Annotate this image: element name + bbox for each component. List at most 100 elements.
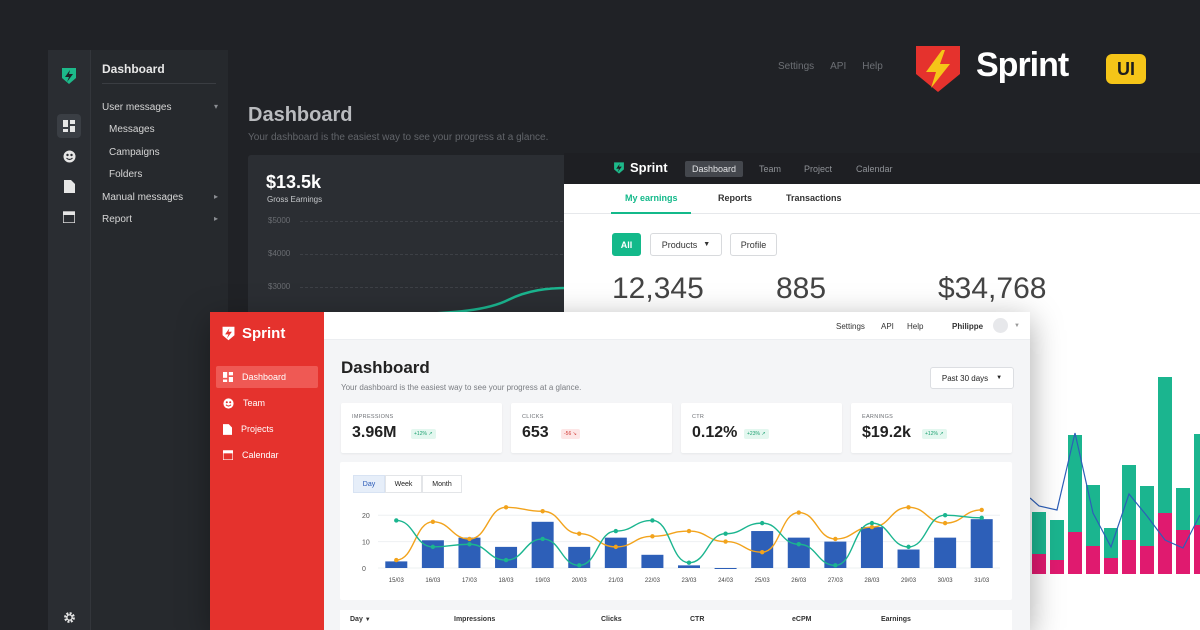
dashboard-icon[interactable] bbox=[57, 114, 81, 138]
chart-bar bbox=[385, 561, 408, 568]
document-icon[interactable] bbox=[57, 174, 81, 198]
date-range-select[interactable]: Past 30 days ▼ bbox=[930, 367, 1014, 389]
table-header-row: Day ▼ Impressions Clicks CTR eCPM Earnin… bbox=[340, 610, 1012, 630]
series-point bbox=[503, 557, 509, 563]
chevron-down-icon: ▼ bbox=[996, 375, 1003, 381]
series-point bbox=[869, 520, 875, 526]
team-icon[interactable] bbox=[57, 144, 81, 168]
sub-item-manual-messages[interactable]: Manual messages ▸ bbox=[102, 192, 218, 203]
col-ctr[interactable]: CTR bbox=[690, 616, 704, 623]
front-nav-projects[interactable]: Projects bbox=[216, 418, 318, 440]
series-point bbox=[942, 520, 948, 526]
sub-item-messages[interactable]: Messages bbox=[109, 124, 209, 135]
help-link[interactable]: Help bbox=[907, 322, 923, 331]
page-title: Dashboard bbox=[341, 358, 430, 377]
series-point bbox=[503, 505, 509, 510]
col-day[interactable]: Day ▼ bbox=[350, 616, 371, 623]
front-nav-team[interactable]: Team bbox=[216, 392, 318, 414]
series-point bbox=[979, 515, 984, 521]
series-point bbox=[686, 528, 692, 534]
chevron-right-icon: ▸ bbox=[213, 214, 218, 223]
x-tick-label: 31/03 bbox=[974, 578, 990, 584]
help-link[interactable]: Help bbox=[862, 61, 883, 72]
col-impressions[interactable]: Impressions bbox=[454, 616, 495, 623]
document-icon bbox=[223, 423, 232, 435]
chart-bar bbox=[604, 537, 627, 568]
kpi-impressions: IMPRESSIONS 3.96M +12% ↗ bbox=[341, 403, 502, 453]
series-point bbox=[430, 544, 436, 550]
x-tick-label: 30/03 bbox=[938, 578, 954, 584]
api-link[interactable]: API bbox=[830, 61, 846, 72]
lightning-shield-icon bbox=[916, 46, 960, 92]
series-point bbox=[759, 520, 765, 526]
series-point bbox=[394, 518, 399, 523]
background-stacked-chart bbox=[1030, 377, 1200, 574]
white-nav-calendar[interactable]: Calendar bbox=[849, 161, 900, 177]
series-point bbox=[540, 509, 545, 514]
white-app-logo: Sprint bbox=[612, 160, 668, 175]
x-tick-label: 23/03 bbox=[681, 578, 697, 584]
stat-value: 12,345 bbox=[612, 272, 704, 305]
x-tick-label: 25/03 bbox=[755, 578, 771, 584]
x-tick-label: 26/03 bbox=[791, 578, 807, 584]
segment-week[interactable]: Week bbox=[385, 475, 422, 493]
trend-badge: +23% ↗ bbox=[744, 429, 769, 439]
sub-item-folders[interactable]: Folders bbox=[109, 169, 209, 180]
series-point bbox=[869, 524, 875, 530]
front-nav-dashboard[interactable]: Dashboard bbox=[216, 366, 318, 388]
team-icon bbox=[223, 397, 234, 409]
sub-item-campaigns[interactable]: Campaigns bbox=[109, 147, 209, 158]
segment-month[interactable]: Month bbox=[422, 475, 462, 493]
front-nav-calendar[interactable]: Calendar bbox=[216, 444, 318, 466]
tab-transactions[interactable]: Transactions bbox=[786, 193, 842, 203]
sprint-logo-icon bbox=[222, 326, 235, 341]
white-nav-team[interactable]: Team bbox=[752, 161, 788, 177]
filter-all-button[interactable]: All bbox=[612, 233, 641, 256]
divider bbox=[102, 83, 216, 84]
gear-icon[interactable] bbox=[57, 605, 81, 629]
x-tick-label: 21/03 bbox=[608, 578, 624, 584]
settings-link[interactable]: Settings bbox=[836, 322, 865, 331]
chart-bar bbox=[641, 554, 664, 568]
settings-link[interactable]: Settings bbox=[778, 61, 814, 72]
col-ecpm[interactable]: eCPM bbox=[792, 616, 811, 623]
filter-products-dropdown[interactable]: Products ▼ bbox=[650, 233, 722, 256]
trend-badge: +12% ↗ bbox=[922, 429, 947, 439]
series-point bbox=[613, 528, 619, 534]
col-clicks[interactable]: Clicks bbox=[601, 616, 622, 623]
grid-line bbox=[300, 254, 568, 255]
earnings-line bbox=[398, 286, 568, 315]
filter-profile-button[interactable]: Profile bbox=[730, 233, 777, 256]
segment-day[interactable]: Day bbox=[353, 475, 385, 493]
white-nav-dashboard[interactable]: Dashboard bbox=[685, 161, 744, 177]
front-app-window: Sprint Dashboard Team Projects Calendar … bbox=[210, 312, 1030, 630]
white-nav-project[interactable]: Project bbox=[797, 161, 839, 177]
col-earnings[interactable]: Earnings bbox=[881, 616, 911, 623]
active-tab-indicator bbox=[611, 212, 691, 214]
user-name[interactable]: Philippe bbox=[952, 322, 983, 331]
trend-badge: +12% ↗ bbox=[411, 429, 436, 439]
series-point bbox=[467, 542, 472, 547]
dark-sub-menu: Dashboard User messages ▾ Messages Campai… bbox=[90, 50, 228, 630]
x-tick-label: 18/03 bbox=[499, 578, 515, 584]
api-link[interactable]: API bbox=[881, 322, 894, 331]
tab-reports[interactable]: Reports bbox=[718, 193, 752, 203]
sub-item-report[interactable]: Report ▸ bbox=[102, 214, 218, 225]
calendar-icon[interactable] bbox=[57, 205, 81, 229]
series-point bbox=[577, 531, 582, 536]
x-tick-label: 29/03 bbox=[901, 578, 917, 584]
chevron-down-icon[interactable]: ▼ bbox=[1014, 323, 1020, 329]
series-point bbox=[723, 539, 728, 544]
sub-item-user-messages[interactable]: User messages ▾ bbox=[102, 102, 218, 113]
series-line bbox=[396, 514, 982, 567]
tab-my-earnings[interactable]: My earnings bbox=[625, 193, 678, 203]
y-tick: $4000 bbox=[268, 249, 291, 258]
series-point bbox=[833, 536, 838, 542]
dark-nav-rail bbox=[48, 50, 90, 630]
chevron-down-icon: ▼ bbox=[703, 241, 711, 248]
avatar[interactable] bbox=[993, 318, 1008, 333]
y-tick-label: 0 bbox=[362, 566, 366, 573]
front-topbar: Settings API Help Philippe ▼ bbox=[324, 312, 1030, 340]
y-tick-label: 20 bbox=[362, 513, 370, 520]
y-tick: $5000 bbox=[268, 216, 291, 225]
